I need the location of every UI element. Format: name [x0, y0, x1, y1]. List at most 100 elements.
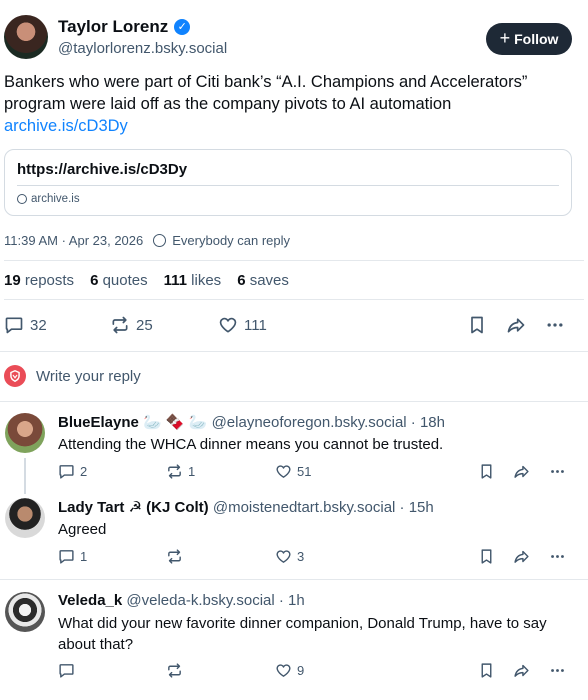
share-button[interactable] — [513, 662, 530, 679]
like-button[interactable]: 51 — [275, 463, 311, 480]
more-icon — [551, 470, 564, 473]
repost-icon — [112, 316, 128, 334]
globe-icon — [17, 194, 27, 204]
reply-author[interactable]: Lady Tart ☭ (KJ Colt) — [58, 499, 209, 516]
more-button[interactable] — [545, 315, 565, 335]
reposts-stat[interactable]: 19 reposts — [4, 272, 74, 289]
bookmark-button[interactable] — [467, 315, 487, 335]
follow-button[interactable]: + Follow — [486, 23, 572, 55]
more-icon — [551, 669, 564, 672]
share-icon — [514, 465, 529, 478]
post-link[interactable]: archive.is/cD3Dy — [4, 117, 128, 135]
share-icon — [514, 550, 529, 563]
link-card[interactable]: https://archive.is/cD3Dy archive.is — [4, 149, 572, 216]
repost-button[interactable]: 1 — [166, 463, 195, 480]
reply-input[interactable]: Write your reply — [36, 368, 141, 385]
like-button[interactable]: 3 — [275, 548, 304, 565]
like-button[interactable]: 111 — [218, 315, 267, 335]
reply-icon — [59, 465, 74, 479]
reply-text: Agreed — [58, 521, 107, 538]
reply-button[interactable]: 1 — [58, 548, 87, 565]
post-timestamp: 11:39 AM · Apr 23, 2026 — [4, 233, 144, 248]
like-button[interactable]: 9 — [275, 662, 304, 679]
reply-item[interactable]: BlueElayne 🦢 🍫 🦢 @elayneoforegon.bsky.so… — [0, 402, 588, 494]
reply-setting-icon — [153, 234, 167, 247]
post-meta: 11:39 AM · Apr 23, 2026 Everybody can re… — [4, 233, 290, 248]
reply-actions: 9 — [0, 662, 588, 682]
post-body: Bankers who were part of Citi bank’s “A.… — [4, 73, 528, 113]
post-stats: 19 reposts 6 quotes 111 likes 6 saves — [4, 272, 289, 289]
more-button[interactable] — [549, 463, 566, 480]
avatar[interactable] — [4, 15, 48, 59]
reply-button[interactable] — [58, 662, 80, 679]
bookmark-button[interactable] — [478, 463, 495, 480]
card-domain-text: archive.is — [31, 193, 80, 205]
plus-icon: + — [499, 28, 511, 48]
repost-button[interactable]: 25 — [110, 315, 153, 335]
saves-stat[interactable]: 6 saves — [237, 272, 289, 289]
share-button[interactable] — [513, 463, 530, 480]
reply-icon — [59, 550, 74, 564]
share-button[interactable] — [506, 315, 526, 335]
repost-icon — [168, 464, 181, 479]
main-post: Taylor Lorenz ✓ @taylorlorenz.bsky.socia… — [0, 0, 588, 352]
reply-item[interactable]: Lady Tart ☭ (KJ Colt) @moistenedtart.bsk… — [0, 487, 588, 579]
avatar[interactable] — [5, 413, 45, 453]
reply-icon — [59, 664, 74, 678]
divider — [4, 260, 584, 261]
post-actions: 32 25 111 — [0, 312, 588, 340]
reply-handle[interactable]: @veleda-k.bsky.social · 1h — [126, 592, 304, 609]
heart-icon — [219, 317, 237, 333]
bookmark-button[interactable] — [478, 662, 495, 679]
bookmark-button[interactable] — [478, 548, 495, 565]
reply-item[interactable]: Veleda_k @veleda-k.bsky.social · 1h What… — [0, 580, 588, 700]
bookmark-icon — [481, 464, 492, 479]
bookmark-icon — [481, 663, 492, 678]
reply-button[interactable]: 32 — [4, 315, 47, 335]
likes-stat[interactable]: 111 likes — [164, 272, 222, 289]
card-domain: archive.is — [17, 193, 80, 205]
avatar[interactable] — [5, 498, 45, 538]
repost-icon — [168, 549, 181, 564]
author-name[interactable]: Taylor Lorenz ✓ — [58, 17, 191, 37]
reply-icon — [5, 317, 23, 334]
bookmark-icon — [481, 549, 492, 564]
card-divider — [17, 185, 559, 186]
share-button[interactable] — [513, 548, 530, 565]
share-icon — [507, 318, 525, 333]
avatar — [4, 365, 26, 387]
reply-author[interactable]: BlueElayne 🦢 🍫 🦢 — [58, 414, 207, 431]
author-handle[interactable]: @taylorlorenz.bsky.social — [58, 40, 227, 57]
reply-author[interactable]: Veleda_k — [58, 592, 122, 609]
reply-composer[interactable]: Write your reply — [0, 352, 588, 402]
reply-actions: 2 1 51 — [0, 463, 588, 483]
heart-icon — [276, 550, 291, 563]
repost-button[interactable] — [166, 548, 188, 565]
more-button[interactable] — [549, 662, 566, 679]
reply-setting[interactable]: Everybody can reply — [172, 233, 290, 248]
reply-button[interactable]: 2 — [58, 463, 87, 480]
shield-icon — [10, 370, 20, 382]
heart-icon — [276, 465, 291, 478]
more-icon — [547, 323, 563, 327]
reply-header: Veleda_k @veleda-k.bsky.social · 1h — [58, 592, 305, 609]
reply-header: Lady Tart ☭ (KJ Colt) @moistenedtart.bsk… — [58, 498, 434, 516]
avatar[interactable] — [5, 592, 45, 632]
more-button[interactable] — [549, 548, 566, 565]
card-url: https://archive.is/cD3Dy — [17, 161, 188, 178]
repost-button[interactable] — [166, 662, 188, 679]
quotes-stat[interactable]: 6 quotes — [90, 272, 148, 289]
reply-header: BlueElayne 🦢 🍫 🦢 @elayneoforegon.bsky.so… — [58, 413, 445, 431]
reply-actions: 1 3 — [0, 548, 588, 568]
reply-handle[interactable]: @elayneoforegon.bsky.social · 18h — [212, 414, 445, 431]
heart-icon — [276, 664, 291, 677]
reply-text: Attending the WHCA dinner means you cann… — [58, 436, 444, 453]
post-text: Bankers who were part of Citi bank’s “A.… — [4, 71, 580, 137]
author-name-text[interactable]: Taylor Lorenz — [58, 17, 168, 37]
divider — [4, 299, 584, 300]
reply-text: What did your new favorite dinner compan… — [58, 615, 547, 653]
reply-handle[interactable]: @moistenedtart.bsky.social · 15h — [213, 499, 434, 516]
follow-label: Follow — [514, 31, 559, 47]
bookmark-icon — [471, 316, 483, 334]
share-icon — [514, 664, 529, 677]
